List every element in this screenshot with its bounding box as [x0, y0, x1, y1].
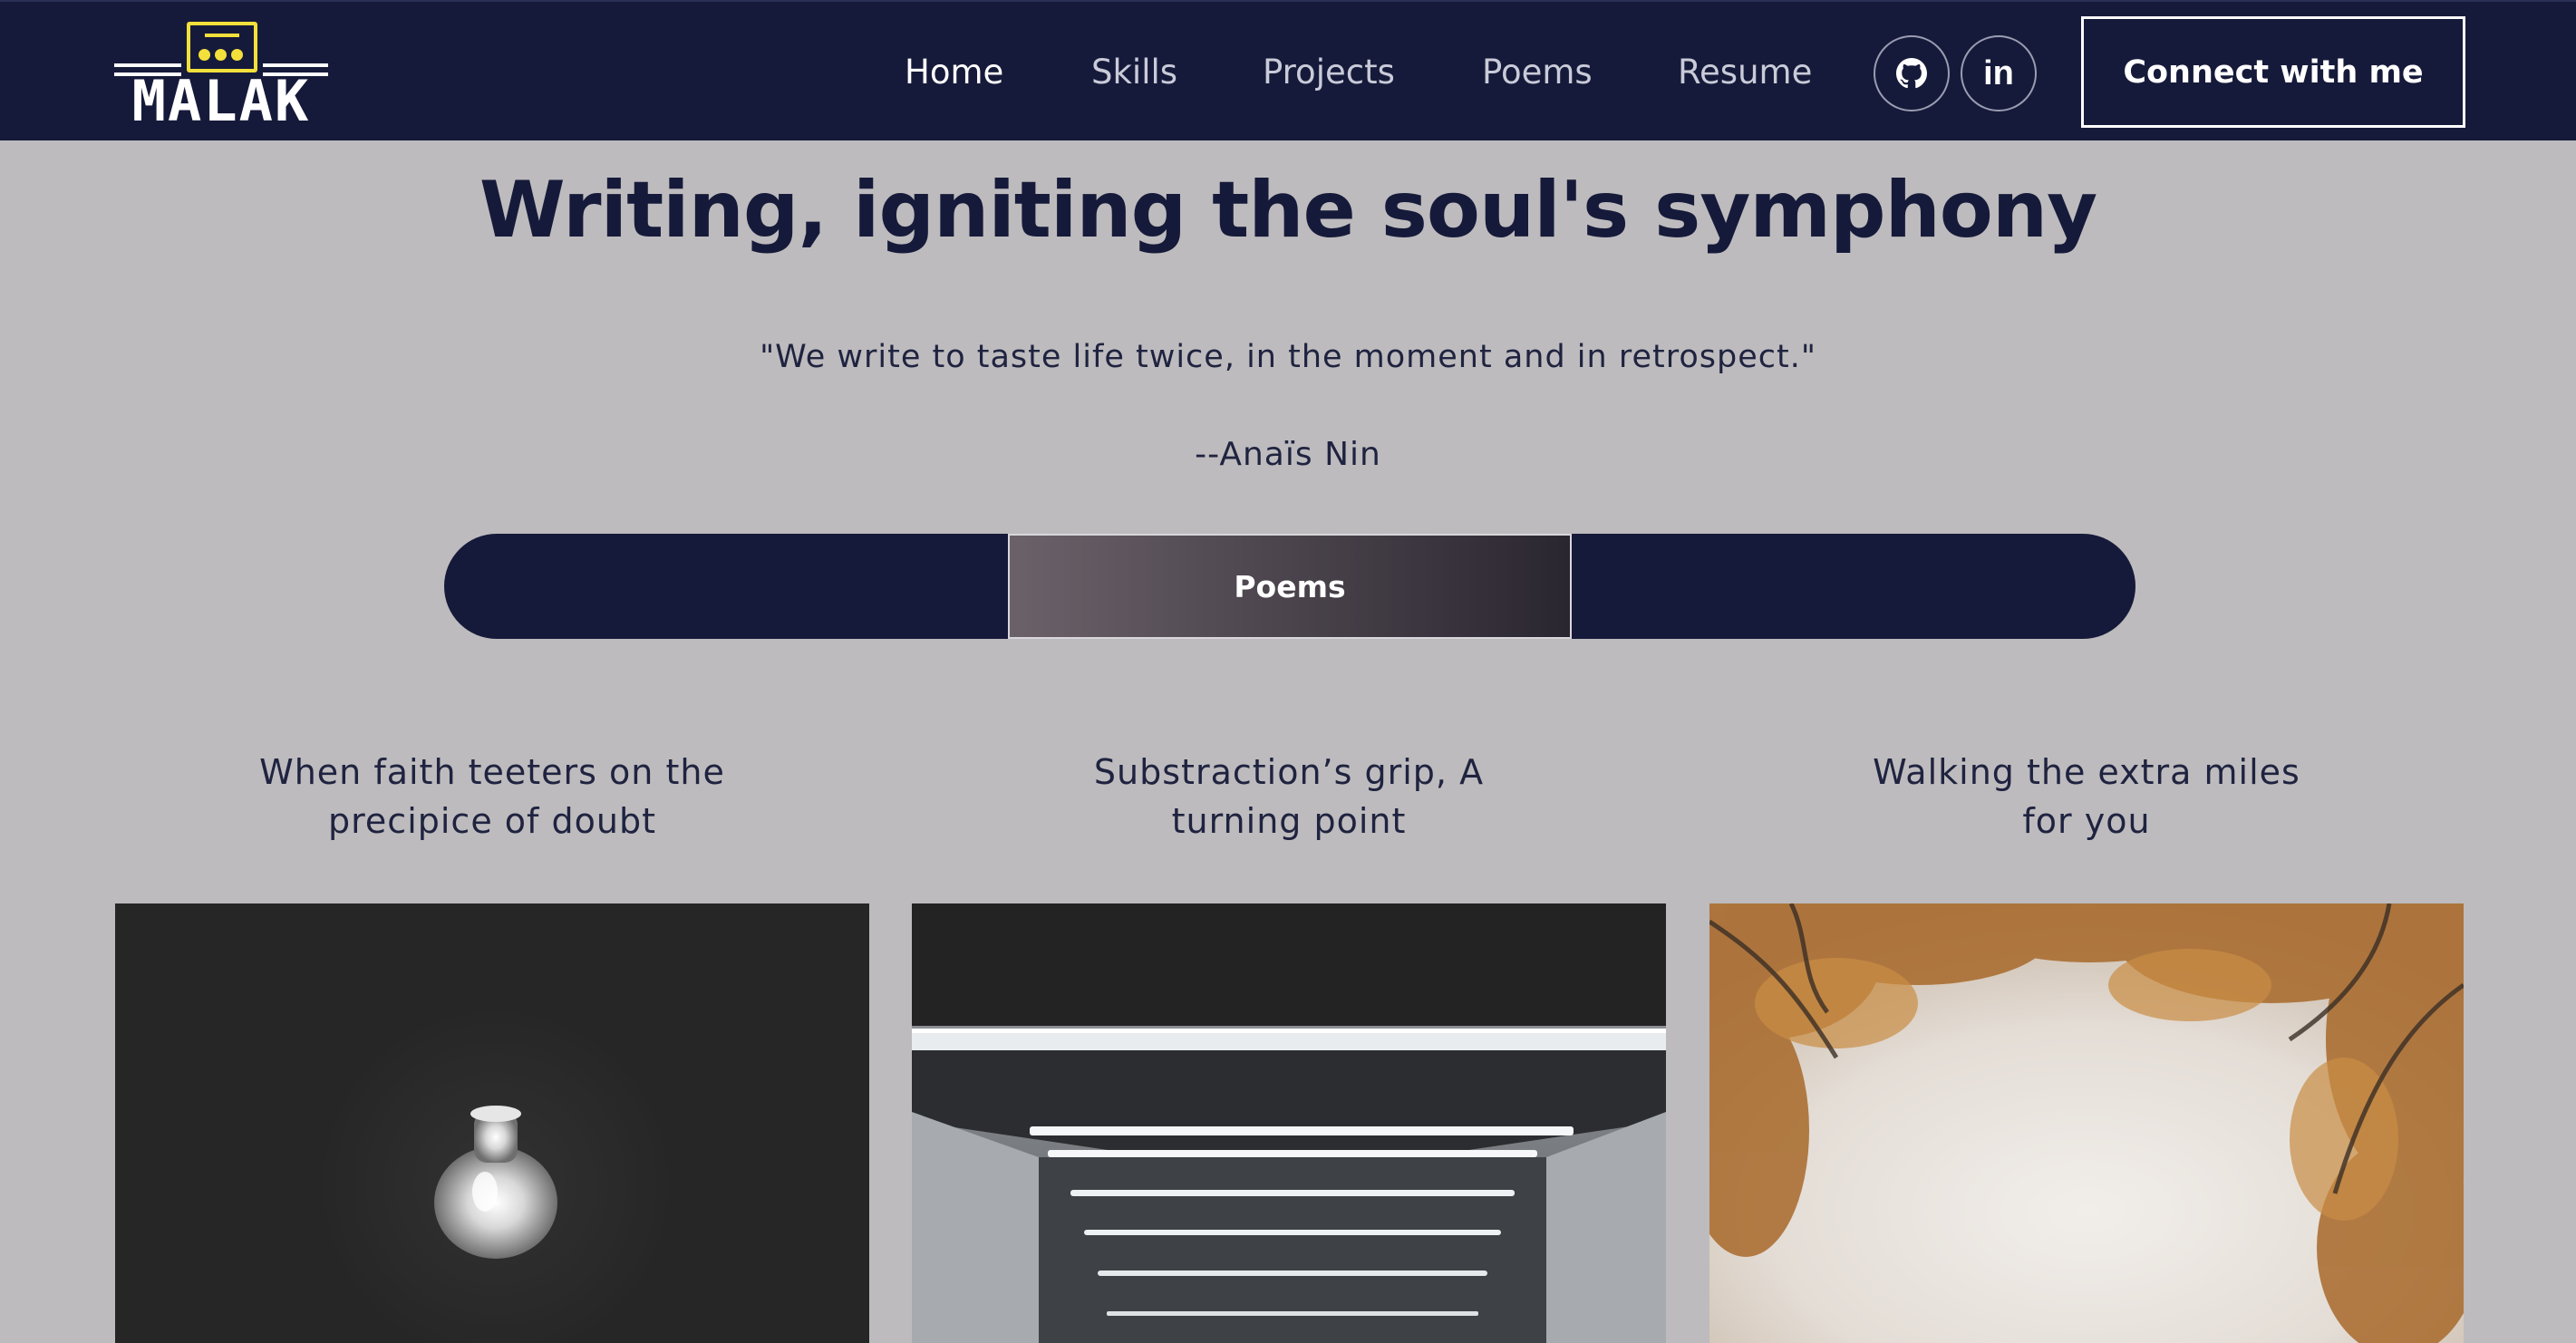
nav-link-home[interactable]: Home [905, 47, 1003, 98]
tab-poems[interactable]: Poems [1008, 534, 1572, 639]
logo-radio-icon [187, 22, 257, 72]
navbar: MALAK Home Skills Projects Poems Resume … [0, 0, 2576, 140]
nav-link-skills[interactable]: Skills [1091, 47, 1177, 98]
linkedin-icon: in [1983, 54, 2014, 92]
nav-link-projects[interactable]: Projects [1263, 47, 1395, 98]
quote-author: --Anaïs Nin [1195, 436, 1381, 473]
hero-quote: "We write to taste life twice, in the mo… [760, 339, 1816, 375]
autumn-trees-image[interactable] [1709, 903, 2464, 1343]
tab-left[interactable] [444, 534, 1008, 639]
page-title: Writing, igniting the soul's symphony [479, 165, 2097, 256]
tab-right[interactable] [1572, 534, 2135, 639]
light-bulb-image[interactable] [115, 903, 869, 1343]
logo-text: MALAK [131, 68, 311, 134]
github-button[interactable] [1874, 35, 1950, 111]
poem-title-2[interactable]: Substraction’s grip, A turning point [912, 748, 1666, 845]
category-tab-bar: Poems [444, 534, 2135, 639]
linkedin-button[interactable]: in [1961, 35, 2037, 111]
nav-link-resume[interactable]: Resume [1678, 47, 1812, 98]
poem-title-1[interactable]: When faith teeters on the precipice of d… [115, 748, 869, 845]
nav-link-poems[interactable]: Poems [1482, 47, 1593, 98]
tunnel-lights-image[interactable] [912, 903, 1666, 1343]
poem-title-3[interactable]: Walking the extra miles for you [1709, 748, 2464, 845]
connect-button[interactable]: Connect with me [2081, 16, 2465, 128]
github-icon [1896, 58, 1927, 89]
logo[interactable]: MALAK [114, 20, 328, 134]
